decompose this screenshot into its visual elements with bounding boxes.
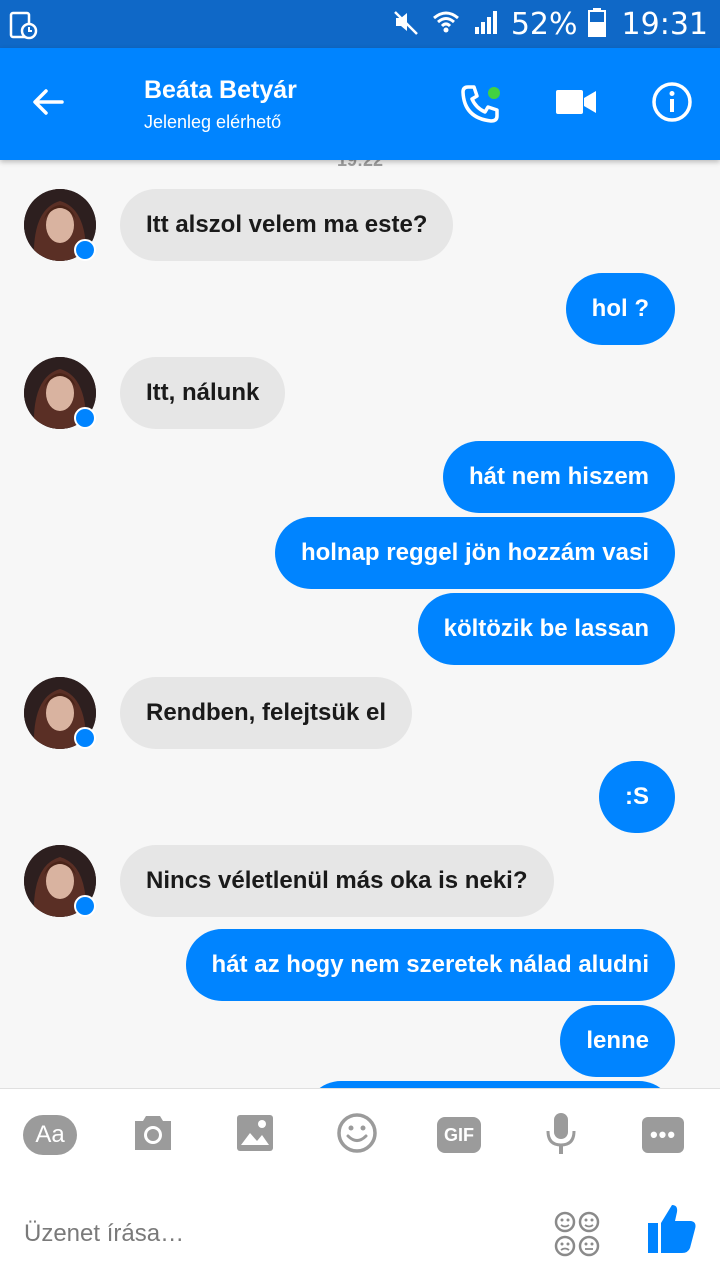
contact-avatar[interactable]	[24, 189, 96, 261]
camera-icon	[131, 1113, 175, 1158]
voice-message-button[interactable]	[533, 1107, 589, 1163]
contact-avatar[interactable]	[24, 357, 96, 429]
microphone-icon	[543, 1111, 579, 1160]
message-input[interactable]	[24, 1211, 524, 1257]
messenger-badge-icon	[74, 895, 96, 917]
messenger-badge-icon	[74, 407, 96, 429]
info-icon	[651, 81, 693, 128]
message-composer: Aa GIF ••• Üzenet írása…	[0, 1088, 720, 1280]
mute-icon	[391, 7, 421, 42]
messenger-badge-icon	[74, 727, 96, 749]
conversation-info-button[interactable]	[648, 80, 696, 128]
signal-icon	[471, 7, 501, 42]
stickers-button[interactable]	[552, 1209, 602, 1259]
outgoing-message[interactable]: lenne	[560, 1005, 675, 1077]
contact-name[interactable]: Beáta Betyár	[144, 76, 297, 105]
incoming-message[interactable]: Itt, nálunk	[120, 357, 286, 429]
more-options-button[interactable]: •••	[635, 1107, 691, 1163]
back-button[interactable]	[22, 78, 74, 130]
text-style-button[interactable]: Aa	[22, 1107, 78, 1163]
outgoing-message[interactable]: holnap reggel jön hozzám vasi	[274, 517, 675, 589]
voice-call-button[interactable]	[456, 80, 504, 128]
battery-icon	[587, 7, 606, 42]
back-arrow-icon	[30, 84, 66, 125]
camera-button[interactable]	[125, 1107, 181, 1163]
outgoing-message[interactable]: hol ?	[565, 273, 675, 345]
outgoing-message[interactable]: :S	[599, 761, 675, 833]
emoji-icon	[336, 1112, 378, 1159]
incoming-message[interactable]: Nincs véletlenül más oka is neki?	[120, 845, 554, 917]
video-camera-icon	[555, 87, 597, 122]
incoming-message[interactable]: Itt alszol velem ma este?	[120, 189, 454, 261]
gallery-button[interactable]	[227, 1107, 283, 1163]
outgoing-message[interactable]: hát nem hiszem	[442, 441, 675, 513]
thumbs-up-icon	[644, 1205, 700, 1261]
message-list[interactable]: 19:22 Itt alszol velem ma este? hol ? It…	[0, 160, 720, 1088]
contact-avatar[interactable]	[24, 677, 96, 749]
image-icon	[235, 1113, 275, 1158]
conversation-header: Beáta Betyár Jelenleg elérhető	[0, 48, 720, 160]
messenger-badge-icon	[74, 239, 96, 261]
contact-status: Jelenleg elérhető	[144, 112, 282, 132]
gif-button[interactable]: GIF	[431, 1107, 487, 1163]
time-separator: 19:22	[336, 160, 384, 170]
notification-icon	[8, 10, 38, 40]
stickers-icon	[552, 1211, 602, 1263]
online-indicator	[488, 87, 500, 99]
phone-icon	[458, 82, 502, 126]
battery-percent: 52%	[510, 6, 578, 42]
outgoing-message[interactable]	[305, 1081, 675, 1088]
outgoing-message[interactable]: költözik be lassan	[417, 593, 675, 665]
incoming-message[interactable]: Rendben, felejtsük el	[120, 677, 413, 749]
status-bar: 52% 19:31	[0, 0, 720, 48]
text-style-icon: Aa	[23, 1115, 77, 1155]
outgoing-message[interactable]: hát az hogy nem szeretek nálad aludni	[185, 929, 675, 1001]
status-time: 19:31	[621, 6, 708, 42]
emoji-button[interactable]	[329, 1107, 385, 1163]
wifi-icon	[431, 7, 461, 42]
video-call-button[interactable]	[552, 80, 600, 128]
gif-icon: GIF	[437, 1117, 481, 1153]
like-button[interactable]	[644, 1201, 700, 1257]
contact-avatar[interactable]	[24, 845, 96, 917]
more-icon: •••	[642, 1117, 684, 1153]
